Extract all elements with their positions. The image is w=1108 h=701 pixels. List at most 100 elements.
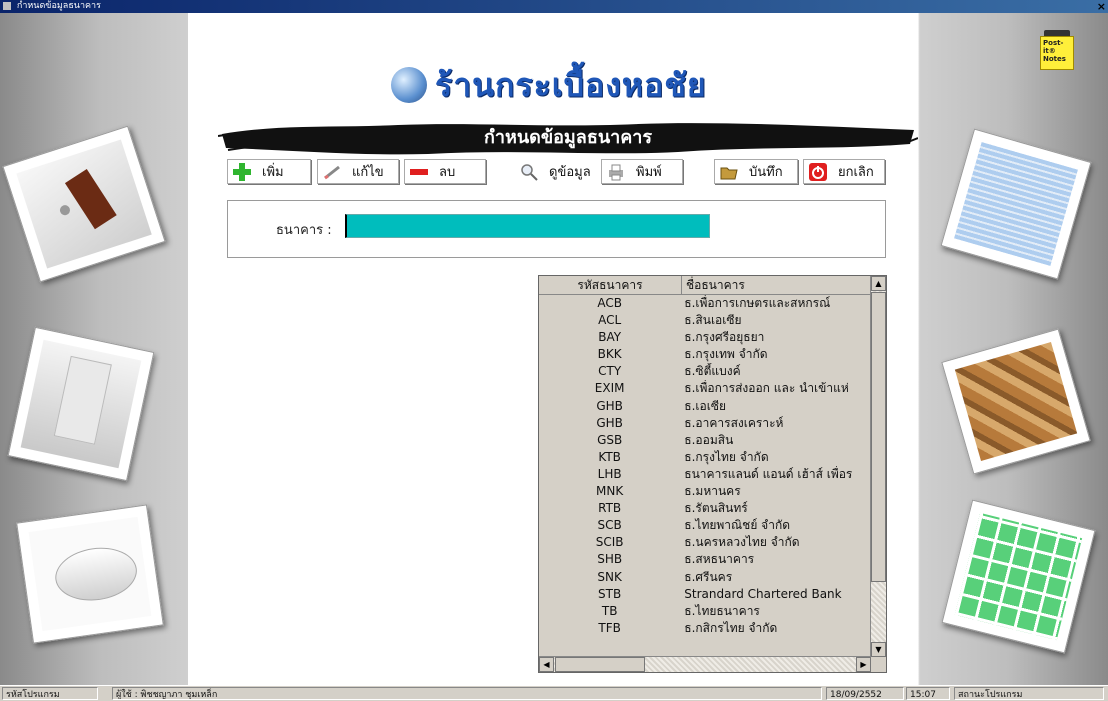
table-row[interactable]: ACL ธ.สินเอเซีย xyxy=(539,312,871,329)
bank-table[interactable]: รหัสธนาคาร ชื่อธนาคาร ACB ธ.เพื่อการเกษตร… xyxy=(538,275,887,673)
table-row[interactable]: BAY ธ.กรุงศรีอยุธยา xyxy=(539,329,871,346)
toilet-image xyxy=(7,326,155,482)
column-header-bank-name[interactable]: ชื่อธนาคาร xyxy=(682,276,871,294)
add-button[interactable]: เพิ่ม xyxy=(227,159,311,184)
sink-image xyxy=(2,125,166,283)
minus-icon xyxy=(409,162,429,182)
cell-bank-name: ธ.ไทยธนาคาร xyxy=(684,603,760,618)
cell-bank-code: ACL xyxy=(598,313,622,328)
status-bar: รหัสโปรแกรม ผู้ใช้ : พิชชญาภา ชุมเหล็ก 1… xyxy=(0,685,1108,701)
blue-mosaic-tile-image xyxy=(940,128,1092,280)
app-icon xyxy=(3,1,11,10)
cell-bank-code: GSB xyxy=(597,432,623,447)
cell-bank-name: ธ.มหานคร xyxy=(684,484,741,499)
table-row[interactable]: EXIM ธ.เพื่อการส่งออก และ นำเข้าแห่ xyxy=(539,380,871,397)
table-row[interactable]: KTB ธ.กรุงไทย จำกัด xyxy=(539,449,871,466)
print-button-label: พิมพ์ xyxy=(636,165,662,180)
cell-bank-code: SHB xyxy=(597,552,623,567)
cell-bank-name: ธ.รัตนสินทร์ xyxy=(684,501,748,516)
bank-input[interactable] xyxy=(345,214,710,238)
cell-bank-code: CTY xyxy=(598,364,622,379)
table-row[interactable]: RTB ธ.รัตนสินทร์ xyxy=(539,500,871,517)
cell-bank-code: ACB xyxy=(597,296,622,310)
table-row[interactable]: SCIB ธ.นครหลวงไทย จำกัด xyxy=(539,534,871,551)
scroll-right-icon[interactable]: ▶ xyxy=(856,657,871,672)
cell-bank-code: RTB xyxy=(598,501,622,516)
table-row[interactable]: MNK ธ.มหานคร xyxy=(539,483,871,500)
column-header-bank-code[interactable]: รหัสธนาคาร xyxy=(539,276,682,294)
status-date: 18/09/2552 xyxy=(826,687,904,700)
magnifier-icon xyxy=(519,162,539,182)
horizontal-scroll-thumb[interactable] xyxy=(555,657,645,672)
table-row[interactable]: ACB ธ.เพื่อการเกษตรและสหกรณ์ xyxy=(539,295,871,312)
cell-bank-code: MNK xyxy=(596,484,624,499)
close-button[interactable]: × xyxy=(1097,0,1106,13)
table-row[interactable]: SNK ธ.ศรีนคร xyxy=(539,569,871,586)
save-button[interactable]: บันทึก xyxy=(714,159,798,184)
stone-tile-image xyxy=(941,328,1091,475)
cell-bank-code: SCB xyxy=(597,518,622,533)
table-row[interactable]: TB ธ.ไทยธนาคาร xyxy=(539,603,871,620)
table-row[interactable]: TFB ธ.กสิกรไทย จำกัด xyxy=(539,620,871,637)
cell-bank-name: ธ.สหธนาคาร xyxy=(684,552,755,567)
table-row[interactable]: SCB ธ.ไทยพาณิชย์ จำกัด xyxy=(539,517,871,534)
cell-bank-code: BKK xyxy=(597,347,622,362)
cell-bank-code: GHB xyxy=(596,415,623,430)
logo-icon xyxy=(391,67,427,103)
shop-logo: ร้านกระเบื้องหอชัย xyxy=(391,65,721,115)
cell-bank-name: Strandard Chartered Bank xyxy=(684,586,842,601)
table-row[interactable]: STB Strandard Chartered Bank xyxy=(539,586,871,603)
plus-icon xyxy=(232,162,252,182)
cell-bank-code: BAY xyxy=(598,330,622,345)
print-button[interactable]: พิมพ์ xyxy=(601,159,683,184)
delete-button[interactable]: ลบ xyxy=(404,159,486,184)
scroll-up-icon[interactable]: ▲ xyxy=(871,276,886,291)
cancel-button-label: ยกเลิก xyxy=(838,165,874,180)
delete-button-label: ลบ xyxy=(439,165,456,180)
status-user: ผู้ใช้ : พิชชญาภา ชุมเหล็ก xyxy=(112,687,822,700)
cell-bank-name: ธนาคารแลนด์ แอนด์ เฮ้าส์ เพื่อร xyxy=(684,466,853,481)
table-row[interactable]: LHB ธนาคารแลนด์ แอนด์ เฮ้าส์ เพื่อร xyxy=(539,466,871,483)
postit-notes-icon[interactable]: Post-it® Notes xyxy=(1040,30,1074,70)
cell-bank-code: LHB xyxy=(597,466,622,481)
folder-icon xyxy=(719,162,739,182)
shop-name: ร้านกระเบื้องหอชัย xyxy=(435,66,707,104)
vertical-scrollbar[interactable]: ▲ ▼ xyxy=(870,276,886,657)
cell-bank-code: GHB xyxy=(596,398,623,413)
save-button-label: บันทึก xyxy=(749,165,783,180)
table-row[interactable]: GHB ธ.อาคารสงเคราะห์ xyxy=(539,415,871,432)
cell-bank-name: ธ.ไทยพาณิชย์ จำกัด xyxy=(684,518,790,533)
basin-image xyxy=(16,504,164,644)
status-time: 15:07 xyxy=(906,687,950,700)
cell-bank-name: ธ.อาคารสงเคราะห์ xyxy=(684,415,784,430)
table-row[interactable]: GSB ธ.ออมสิน xyxy=(539,432,871,449)
scroll-down-icon[interactable]: ▼ xyxy=(871,642,886,657)
power-icon xyxy=(808,162,828,182)
view-button[interactable]: ดูข้อมูล xyxy=(514,159,596,184)
bank-label: ธนาคาร : xyxy=(276,223,332,238)
table-row[interactable]: GHB ธ.เอเซีย xyxy=(539,398,871,415)
vertical-scroll-thumb[interactable] xyxy=(871,292,886,582)
cell-bank-name: ธ.ซิตี้แบงค์ xyxy=(684,364,741,379)
cell-bank-code: STB xyxy=(598,586,622,601)
cell-bank-code: TB xyxy=(601,603,618,618)
table-row[interactable]: SHB ธ.สหธนาคาร xyxy=(539,551,871,568)
printer-icon xyxy=(606,162,626,182)
edit-button[interactable]: แก้ไข xyxy=(317,159,399,184)
cell-bank-code: KTB xyxy=(598,449,621,464)
scroll-left-icon[interactable]: ◀ xyxy=(539,657,554,672)
cell-bank-name: ธ.เพื่อการส่งออก และ นำเข้าแห่ xyxy=(684,381,849,396)
app-background: Post-it® Notes ร้านกระเบื้องหอชัย กำหนดข… xyxy=(0,13,1108,685)
table-row[interactable]: BKK ธ.กรุงเทพ จำกัด xyxy=(539,346,871,363)
cell-bank-name: ธ.กรุงศรีอยุธยา xyxy=(684,330,765,345)
table-body: ACB ธ.เพื่อการเกษตรและสหกรณ์ ACL ธ.สินเอเซี… xyxy=(539,295,871,657)
cell-bank-name: ธ.เพื่อการเกษตรและสหกรณ์ xyxy=(684,296,831,310)
cell-bank-name: ธ.นครหลวงไทย จำกัด xyxy=(684,535,800,550)
cell-bank-code: EXIM xyxy=(594,381,625,396)
window-title: กำหนดข้อมูลธนาคาร xyxy=(16,1,101,11)
cell-bank-code: SNK xyxy=(597,569,622,584)
horizontal-scrollbar[interactable]: ◀ ▶ xyxy=(539,656,871,672)
cancel-button[interactable]: ยกเลิก xyxy=(803,159,885,184)
green-tile-image xyxy=(941,499,1096,654)
table-row[interactable]: CTY ธ.ซิตี้แบงค์ xyxy=(539,363,871,380)
